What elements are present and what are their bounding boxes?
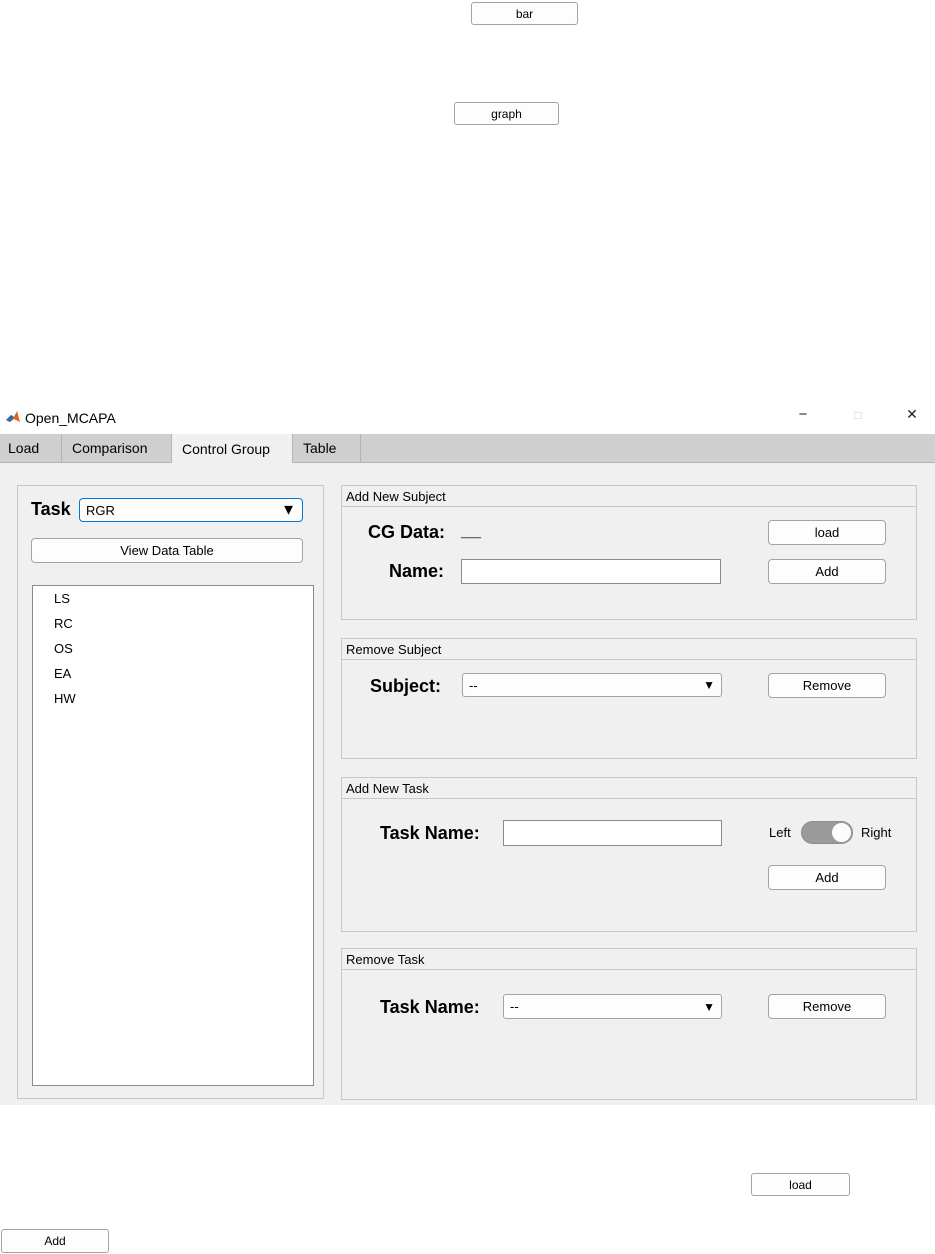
panel-title: Remove Subject <box>342 639 916 660</box>
tab-label: Load <box>8 440 40 456</box>
list-item[interactable]: EA <box>33 661 313 686</box>
cg-data-value: __ <box>461 520 482 540</box>
left-right-switch[interactable] <box>801 821 853 844</box>
app-window: Open_MCAPA − □ ✕ Load Comparison Control… <box>0 403 935 1105</box>
window-title: Open_MCAPA <box>25 410 116 426</box>
view-data-table-button[interactable]: View Data Table <box>31 538 303 563</box>
task-name-dropdown-value: -- <box>510 999 519 1014</box>
subject-dropdown[interactable]: -- ▼ <box>462 673 722 697</box>
name-label: Name: <box>389 561 445 581</box>
switch-right-label: Right <box>861 825 892 840</box>
tab-load[interactable]: Load <box>0 434 62 462</box>
floating-load-button[interactable]: load <box>751 1173 850 1196</box>
minimize-icon[interactable]: − <box>788 406 818 423</box>
add-task-button[interactable]: Add <box>768 865 886 890</box>
tab-label: Table <box>303 440 337 456</box>
dropdown-arrow-icon: ▼ <box>281 501 296 519</box>
task-dropdown[interactable]: RGR ▼ <box>79 498 303 522</box>
subject-label: Subject: <box>370 676 442 696</box>
tab-bar: Load Comparison Control Group Table <box>0 434 935 463</box>
subject-dropdown-value: -- <box>469 677 478 693</box>
maximize-icon[interactable]: □ <box>843 408 873 422</box>
list-item[interactable]: LS <box>33 586 313 611</box>
tab-table[interactable]: Table <box>293 434 361 462</box>
remove-subject-panel: Remove Subject Subject: -- ▼ Remove <box>341 638 917 759</box>
panel-title: Add New Subject <box>342 486 916 507</box>
list-item[interactable]: OS <box>33 636 313 661</box>
remove-task-button[interactable]: Remove <box>768 994 886 1019</box>
task-label: Task <box>31 499 71 519</box>
name-input[interactable] <box>461 559 721 584</box>
add-subject-button[interactable]: Add <box>768 559 886 584</box>
dropdown-arrow-icon: ▼ <box>703 999 715 1014</box>
cg-data-label: CG Data: <box>368 522 446 542</box>
tab-label: Comparison <box>72 440 148 456</box>
task-name-input[interactable] <box>503 820 722 846</box>
switch-knob <box>831 822 852 843</box>
panel-title: Add New Task <box>342 778 916 799</box>
graph-button[interactable]: graph <box>454 102 559 125</box>
tab-label: Control Group <box>182 440 270 457</box>
task-panel: Task RGR ▼ View Data Table LS RC OS EA HW <box>17 485 324 1099</box>
close-icon[interactable]: ✕ <box>897 406 927 423</box>
list-item[interactable]: RC <box>33 611 313 636</box>
task-name-dropdown[interactable]: -- ▼ <box>503 994 722 1019</box>
subject-list[interactable]: LS RC OS EA HW <box>32 585 314 1086</box>
tab-control-group[interactable]: Control Group <box>172 434 293 463</box>
dropdown-arrow-icon: ▼ <box>703 678 715 692</box>
task-name-label: Task Name: <box>380 997 480 1017</box>
tab-comparison[interactable]: Comparison <box>62 434 172 462</box>
list-item[interactable]: HW <box>33 686 313 711</box>
title-bar: Open_MCAPA − □ ✕ <box>0 403 935 434</box>
add-task-panel: Add New Task Task Name: Left Right Add <box>341 777 917 932</box>
remove-subject-button[interactable]: Remove <box>768 673 886 698</box>
switch-left-label: Left <box>769 825 791 840</box>
load-button[interactable]: load <box>768 520 886 545</box>
remove-task-panel: Remove Task Task Name: -- ▼ Remove <box>341 948 917 1100</box>
matlab-icon <box>5 409 21 425</box>
task-dropdown-value: RGR <box>86 502 115 518</box>
add-subject-panel: Add New Subject CG Data: __ Name: load A… <box>341 485 917 620</box>
bar-button[interactable]: bar <box>471 2 578 25</box>
task-name-label: Task Name: <box>380 823 480 843</box>
floating-add-button[interactable]: Add <box>1 1229 109 1253</box>
panel-title: Remove Task <box>342 949 916 970</box>
